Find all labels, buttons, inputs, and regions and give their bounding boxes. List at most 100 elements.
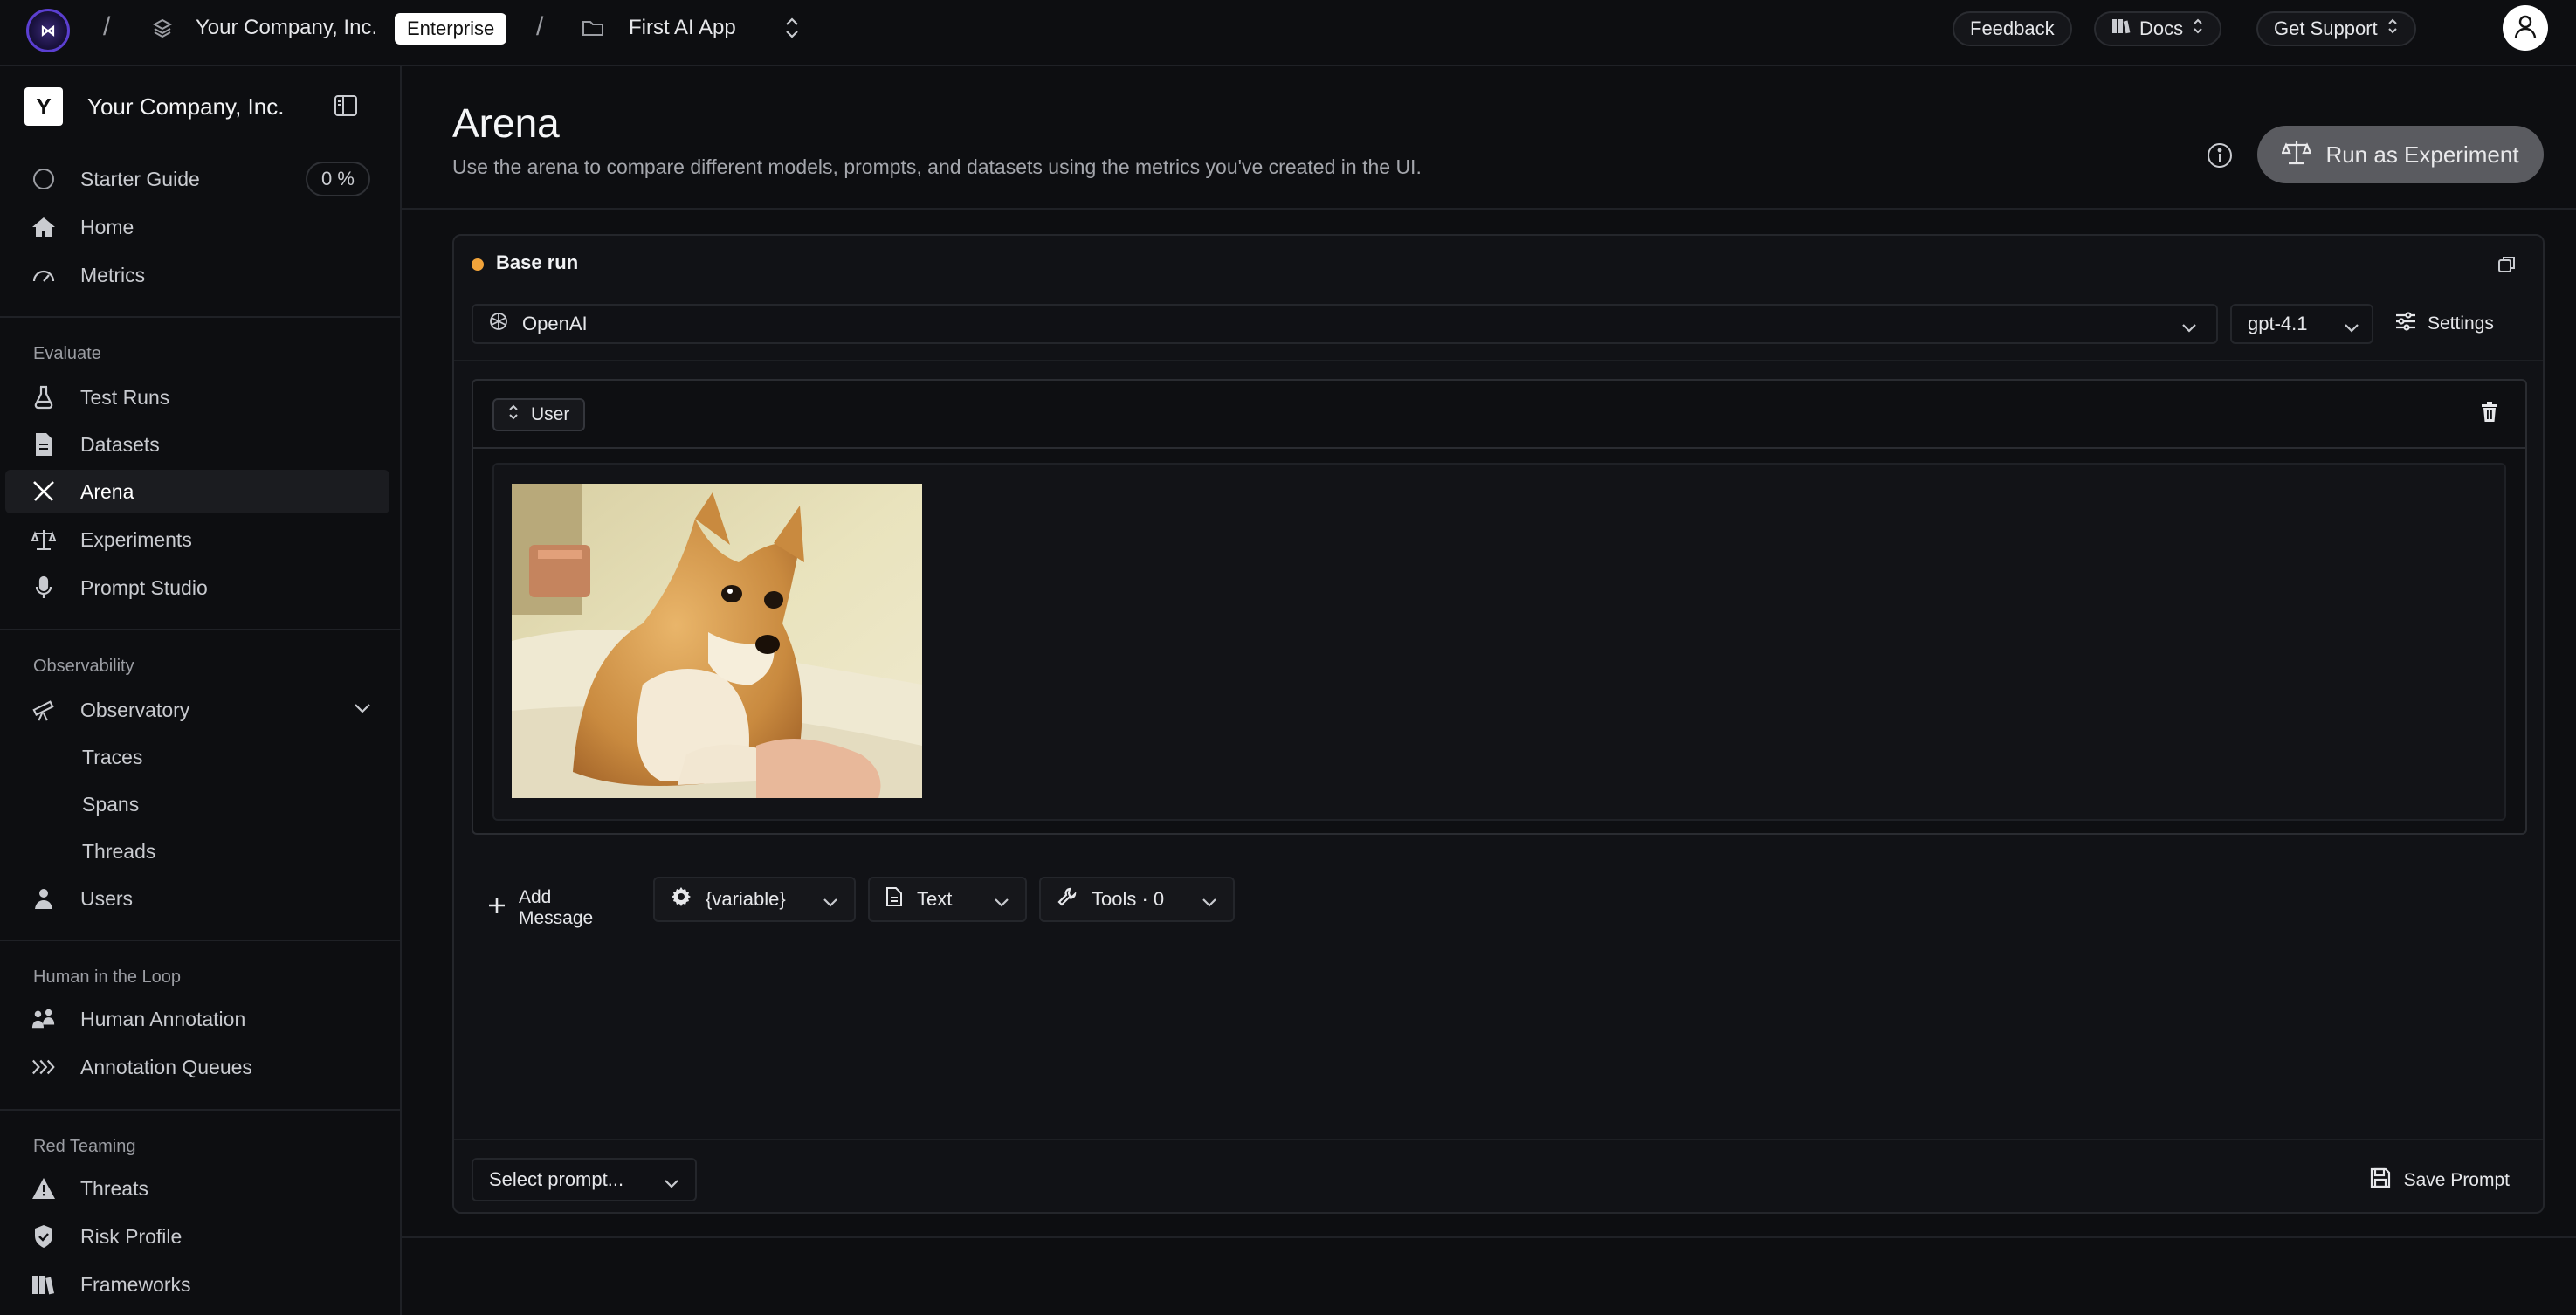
chevron-down-icon (823, 891, 838, 913)
gauge-icon (31, 263, 56, 287)
message-content[interactable] (492, 463, 2506, 821)
sidebar-item-experiments[interactable]: Experiments (0, 518, 389, 561)
model-value: gpt-4.1 (2248, 313, 2308, 334)
breadcrumb-separator: / (103, 12, 111, 41)
provider-select[interactable]: OpenAI (472, 304, 2218, 344)
copy-icon[interactable] (2497, 255, 2517, 279)
microphone-icon (31, 575, 56, 600)
select-prompt-dropdown[interactable]: Select prompt... (472, 1158, 697, 1201)
role-value: User (531, 404, 570, 424)
sidebar-item-traces[interactable]: Traces (82, 746, 142, 769)
sliders-icon (2394, 311, 2417, 337)
variable-value: {variable} (706, 888, 786, 910)
sidebar-item-users[interactable]: Users (0, 877, 389, 920)
get-support-button[interactable]: Get Support (2256, 11, 2416, 46)
breadcrumb-org[interactable]: Your Company, Inc. (196, 16, 377, 40)
chevron-down-icon[interactable] (353, 702, 372, 719)
gear-icon (671, 886, 692, 912)
content-type-select[interactable]: Text (868, 877, 1027, 922)
top-bar: ⋈ / Your Company, Inc. Enterprise / Firs… (0, 0, 2576, 66)
sidebar-item-home[interactable]: Home (0, 205, 389, 249)
scale-icon (2281, 139, 2313, 171)
chevrons-right-icon (31, 1055, 56, 1079)
chevron-up-down-icon (508, 403, 519, 426)
sidebar-divider (0, 629, 400, 630)
trash-icon[interactable] (2480, 402, 2499, 427)
section-label-red-teaming: Red Teaming (33, 1137, 136, 1156)
sidebar-item-human-annotation[interactable]: Human Annotation (0, 997, 389, 1041)
header-divider (402, 208, 2576, 210)
run-as-experiment-button[interactable]: Run as Experiment (2257, 126, 2544, 183)
page-title: Arena (452, 100, 560, 146)
chevron-down-icon (664, 1172, 679, 1195)
plan-badge: Enterprise (395, 13, 507, 45)
app-logo[interactable]: ⋈ (26, 9, 70, 52)
tools-select[interactable]: Tools · 0 (1039, 877, 1235, 922)
add-message-button[interactable]: Add Message (487, 887, 593, 929)
wrench-icon (1057, 886, 1078, 912)
books-icon (31, 1272, 56, 1297)
chevron-up-down-icon[interactable] (782, 16, 802, 45)
sidebar-item-label: Metrics (80, 263, 146, 286)
chevron-down-icon (1202, 891, 1217, 913)
sidebar-item-label: Home (80, 215, 134, 238)
sidebar-item-label: Starter Guide (80, 167, 200, 190)
model-select[interactable]: gpt-4.1 (2230, 304, 2373, 344)
chevron-up-down-icon (2192, 17, 2204, 40)
sidebar-item-label: Datasets (80, 432, 160, 456)
breadcrumb-project[interactable]: First AI App (629, 16, 736, 40)
book-icon (2111, 17, 2131, 40)
sidebar: Y Your Company, Inc. Starter Guide 0 % H… (0, 66, 402, 1315)
org-switcher[interactable]: Y Your Company, Inc. (24, 86, 382, 127)
variable-select[interactable]: {variable} (653, 877, 856, 922)
sidebar-item-label: Observatory (80, 698, 190, 721)
sidebar-item-datasets[interactable]: Datasets (0, 423, 389, 466)
sidebar-item-prompt-studio[interactable]: Prompt Studio (0, 566, 389, 609)
message-header: User (473, 381, 2525, 449)
save-prompt-button[interactable]: Save Prompt (2369, 1167, 2510, 1195)
role-select[interactable]: User (492, 398, 586, 431)
layers-icon (152, 17, 173, 43)
sidebar-divider (0, 940, 400, 941)
docs-button[interactable]: Docs (2094, 11, 2222, 46)
sidebar-item-label: Human Annotation (80, 1007, 246, 1030)
chevron-up-down-icon (2387, 17, 2399, 40)
sidebar-item-threads[interactable]: Threads (82, 840, 155, 864)
save-icon (2369, 1167, 2392, 1195)
org-avatar: Y (24, 87, 63, 126)
provider-value: OpenAI (522, 313, 588, 334)
card-divider (454, 360, 2543, 361)
page-subtitle: Use the arena to compare different model… (452, 155, 1422, 178)
starter-progress-badge: 0 % (306, 162, 370, 196)
sidebar-item-label: Experiments (80, 527, 192, 551)
sidebar-item-test-runs[interactable]: Test Runs (0, 375, 389, 419)
sidebar-item-label: Users (80, 886, 134, 910)
settings-button[interactable]: Settings (2394, 311, 2494, 337)
section-label-evaluate: Evaluate (33, 344, 101, 363)
sidebar-item-arena[interactable]: Arena (5, 470, 389, 513)
content-type-value: Text (917, 888, 953, 910)
save-prompt-label: Save Prompt (2403, 1170, 2510, 1190)
main-content: Arena Use the arena to compare different… (402, 66, 2576, 1315)
info-icon[interactable] (2206, 141, 2234, 174)
sidebar-item-label: Risk Profile (80, 1224, 183, 1248)
chevron-down-icon (994, 891, 1009, 913)
docs-label: Docs (2139, 17, 2184, 39)
dog-image (512, 484, 922, 798)
user-avatar-button[interactable] (2503, 5, 2548, 51)
chevron-down-icon (2344, 316, 2359, 339)
sidebar-item-observatory[interactable]: Observatory (0, 688, 389, 732)
group-icon (31, 1007, 56, 1031)
sidebar-item-annotation-queues[interactable]: Annotation Queues (0, 1045, 389, 1089)
swords-icon (31, 479, 56, 504)
sidebar-item-label: Test Runs (80, 385, 170, 409)
message-block: User (472, 379, 2527, 835)
sidebar-item-metrics[interactable]: Metrics (0, 253, 389, 297)
sidebar-item-spans[interactable]: Spans (82, 793, 139, 816)
feedback-label: Feedback (1970, 17, 2055, 39)
sidebar-item-risk-profile[interactable]: Risk Profile (0, 1215, 389, 1258)
feedback-button[interactable]: Feedback (1953, 11, 2072, 46)
sidebar-item-threats[interactable]: Threats (0, 1167, 389, 1210)
sidebar-collapse-icon[interactable] (334, 94, 358, 121)
sidebar-item-frameworks[interactable]: Frameworks (0, 1263, 389, 1306)
